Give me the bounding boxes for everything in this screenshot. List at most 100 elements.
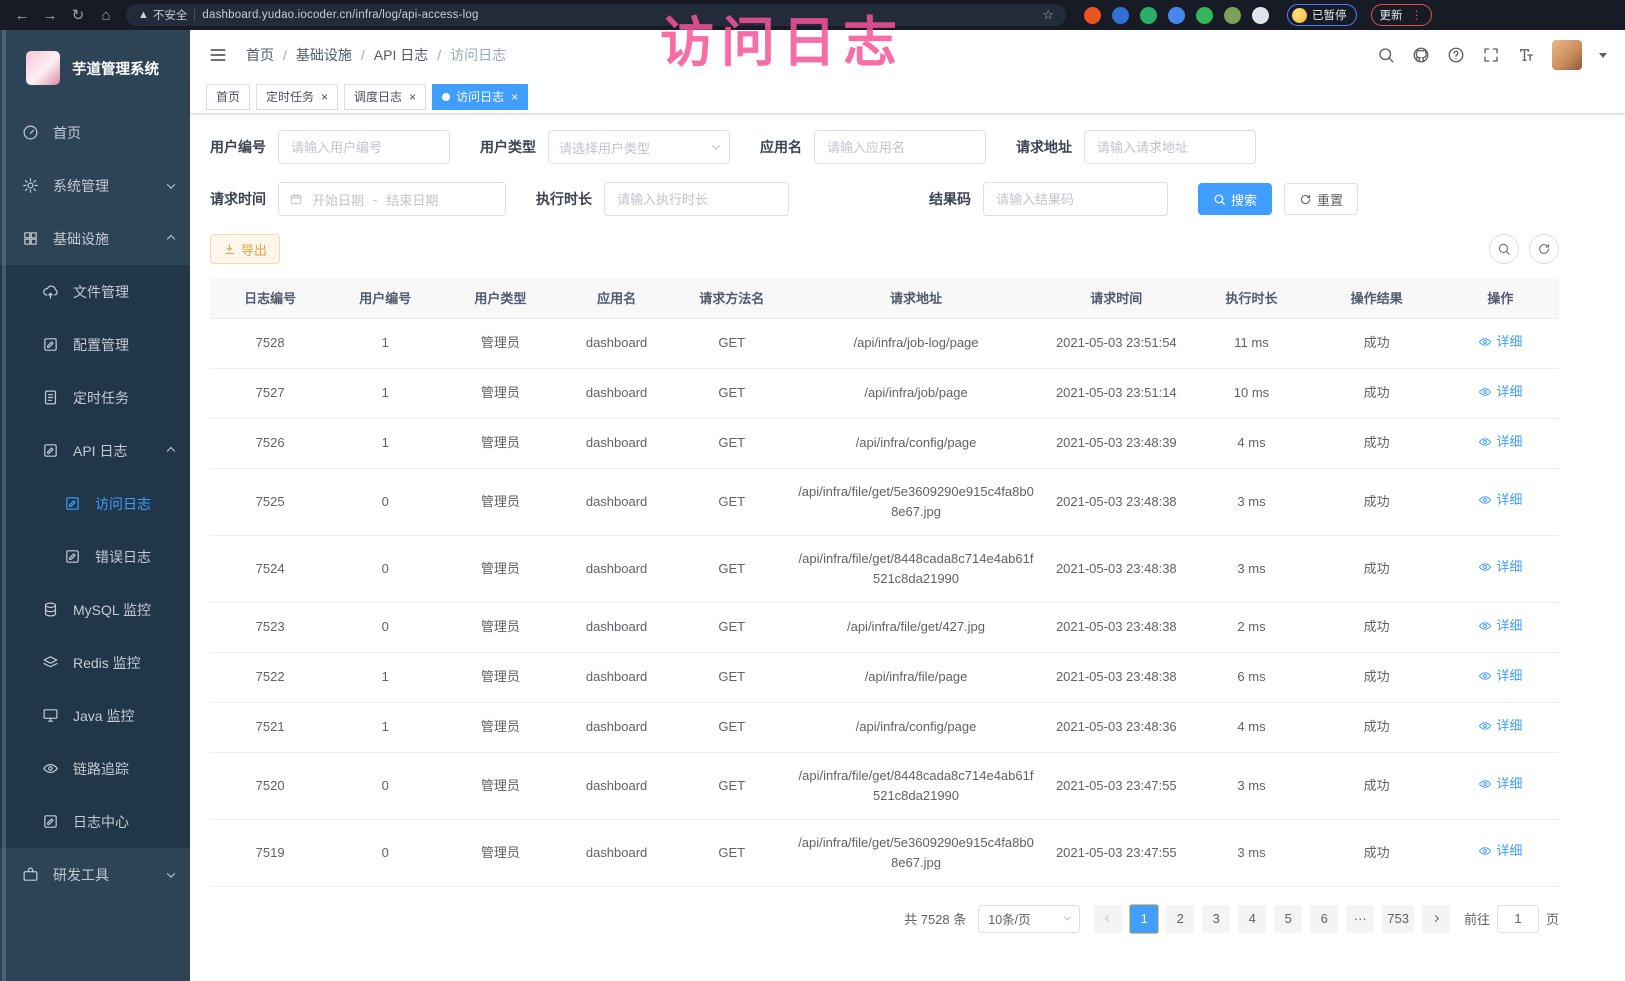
close-icon[interactable]: × bbox=[321, 91, 328, 103]
request-url-input[interactable] bbox=[1084, 130, 1256, 164]
extension-icon-5[interactable] bbox=[1196, 7, 1213, 24]
search-icon[interactable] bbox=[1377, 46, 1395, 64]
github-icon[interactable] bbox=[1412, 46, 1430, 64]
table-row: 75190管理员dashboardGET/api/infra/file/get/… bbox=[210, 819, 1559, 886]
extension-icon-3[interactable] bbox=[1140, 7, 1157, 24]
extension-icon-1[interactable] bbox=[1084, 7, 1101, 24]
reset-button[interactable]: 重置 bbox=[1284, 183, 1358, 215]
tab-label: 调度日志 bbox=[354, 88, 402, 105]
detail-button[interactable]: 详细 bbox=[1478, 841, 1522, 861]
tool-icon bbox=[22, 866, 39, 883]
table-cell: 7526 bbox=[210, 418, 330, 468]
page-button-753[interactable]: 753 bbox=[1382, 905, 1414, 933]
font-size-icon[interactable] bbox=[1517, 46, 1535, 64]
sidebar-item-错误日志[interactable]: 错误日志 bbox=[0, 530, 190, 583]
detail-button[interactable]: 详细 bbox=[1478, 557, 1522, 577]
sidebar-item-首页[interactable]: 首页 bbox=[0, 106, 190, 159]
detail-button[interactable]: 详细 bbox=[1478, 490, 1522, 510]
sidebar-item-API 日志[interactable]: API 日志 bbox=[0, 424, 190, 477]
page-size-select[interactable]: 10条/页 bbox=[978, 905, 1080, 933]
table-cell: 2021-05-03 23:51:14 bbox=[1041, 368, 1191, 418]
user-type-select[interactable]: 请选择用户类型 bbox=[548, 130, 730, 164]
extension-icon-6[interactable] bbox=[1224, 7, 1241, 24]
page-button-2[interactable]: 2 bbox=[1166, 905, 1194, 933]
user-id-input[interactable] bbox=[278, 130, 450, 164]
tab-调度日志[interactable]: 调度日志 × bbox=[344, 84, 426, 110]
detail-button[interactable]: 详细 bbox=[1478, 616, 1522, 636]
detail-label: 详细 bbox=[1496, 432, 1522, 452]
result-code-input[interactable] bbox=[983, 182, 1168, 216]
table-cell: /api/infra/config/page bbox=[791, 418, 1041, 468]
close-icon[interactable]: × bbox=[409, 91, 416, 103]
sidebar-item-文件管理[interactable]: 文件管理 bbox=[0, 265, 190, 318]
table-cell: 管理员 bbox=[440, 602, 560, 652]
sidebar-item-定时任务[interactable]: 定时任务 bbox=[0, 371, 190, 424]
sidebar-item-Java 监控[interactable]: Java 监控 bbox=[0, 689, 190, 742]
extension-icon-4[interactable] bbox=[1168, 7, 1185, 24]
breadcrumb-item[interactable]: 首页 bbox=[246, 45, 274, 65]
sidebar-item-系统管理[interactable]: 系统管理 bbox=[0, 159, 190, 212]
address-bar[interactable]: ▲ 不安全 dashboard.yudao.iocoder.cn/infra/l… bbox=[126, 4, 1066, 26]
sidebar-item-访问日志[interactable]: 访问日志 bbox=[0, 477, 190, 530]
duration-input[interactable] bbox=[604, 182, 789, 216]
prev-page-button[interactable] bbox=[1094, 905, 1122, 933]
hamburger-icon[interactable] bbox=[208, 45, 228, 65]
page-button-5[interactable]: 5 bbox=[1274, 905, 1302, 933]
detail-button[interactable]: 详细 bbox=[1478, 332, 1522, 352]
sidebar-item-研发工具[interactable]: 研发工具 bbox=[0, 848, 190, 901]
table-cell: /api/infra/job-log/page bbox=[791, 318, 1041, 368]
sidebar-item-基础设施[interactable]: 基础设施 bbox=[0, 212, 190, 265]
next-page-button[interactable] bbox=[1422, 905, 1450, 933]
eye-icon bbox=[1478, 777, 1492, 791]
extension-icon-7[interactable] bbox=[1252, 7, 1269, 24]
export-button[interactable]: 导出 bbox=[210, 234, 280, 264]
page-button-4[interactable]: 4 bbox=[1238, 905, 1266, 933]
extension-icon-2[interactable] bbox=[1112, 7, 1129, 24]
page-button-3[interactable]: 3 bbox=[1202, 905, 1230, 933]
tab-首页[interactable]: 首页 bbox=[206, 84, 250, 110]
page-ellipsis-button[interactable]: ··· bbox=[1346, 905, 1374, 933]
kebab-menu-icon[interactable]: ⋮ bbox=[1411, 8, 1423, 22]
refresh-table-button[interactable] bbox=[1529, 234, 1559, 264]
forward-icon[interactable]: → bbox=[38, 3, 62, 27]
sidebar-item-链路追踪[interactable]: 链路追踪 bbox=[0, 742, 190, 795]
tab-访问日志[interactable]: 访问日志× bbox=[432, 84, 528, 110]
detail-label: 详细 bbox=[1496, 716, 1522, 736]
caret-down-icon[interactable] bbox=[1599, 53, 1607, 58]
sidebar-item-日志中心[interactable]: 日志中心 bbox=[0, 795, 190, 848]
reload-icon[interactable]: ↻ bbox=[66, 3, 90, 27]
back-icon[interactable]: ← bbox=[10, 3, 34, 27]
tab-定时任务[interactable]: 定时任务× bbox=[256, 84, 338, 110]
request-time-range-picker[interactable]: 开始日期 - 结束日期 bbox=[278, 182, 506, 216]
close-icon[interactable]: × bbox=[511, 91, 518, 103]
page-button-1[interactable]: 1 bbox=[1130, 905, 1158, 933]
browser-update-button[interactable]: 更新 ⋮ bbox=[1371, 4, 1432, 26]
detail-button[interactable]: 详细 bbox=[1478, 666, 1522, 686]
goto-page-input[interactable] bbox=[1497, 905, 1539, 933]
app-name-input[interactable] bbox=[814, 130, 986, 164]
sidebar-item-MySQL 监控[interactable]: MySQL 监控 bbox=[0, 583, 190, 636]
toggle-search-button[interactable] bbox=[1489, 234, 1519, 264]
sidebar-item-配置管理[interactable]: 配置管理 bbox=[0, 318, 190, 371]
search-button[interactable]: 搜索 bbox=[1198, 183, 1272, 215]
help-icon[interactable] bbox=[1447, 46, 1465, 64]
chevron-up-icon bbox=[167, 234, 175, 242]
home-icon[interactable]: ⌂ bbox=[94, 3, 118, 27]
security-warning-label: 不安全 bbox=[153, 7, 188, 23]
detail-button[interactable]: 详细 bbox=[1478, 774, 1522, 794]
bookmark-icon[interactable]: ☆ bbox=[1042, 7, 1054, 23]
page-button-6[interactable]: 6 bbox=[1310, 905, 1338, 933]
sidebar-item-label: Redis 监控 bbox=[73, 653, 141, 673]
detail-button[interactable]: 详细 bbox=[1478, 716, 1522, 736]
fullscreen-icon[interactable] bbox=[1482, 46, 1500, 64]
table-cell: GET bbox=[673, 418, 791, 468]
breadcrumb-item[interactable]: 基础设施 bbox=[296, 45, 352, 65]
detail-button[interactable]: 详细 bbox=[1478, 432, 1522, 452]
security-status[interactable]: ▲ 不安全 bbox=[138, 7, 187, 23]
breadcrumb-item[interactable]: API 日志 bbox=[374, 45, 428, 65]
user-avatar[interactable] bbox=[1552, 40, 1582, 70]
app-logo[interactable]: 芋道管理系统 bbox=[0, 30, 190, 106]
detail-button[interactable]: 详细 bbox=[1478, 382, 1522, 402]
profile-paused-badge[interactable]: 已暂停 bbox=[1287, 4, 1357, 26]
sidebar-item-Redis 监控[interactable]: Redis 监控 bbox=[0, 636, 190, 689]
